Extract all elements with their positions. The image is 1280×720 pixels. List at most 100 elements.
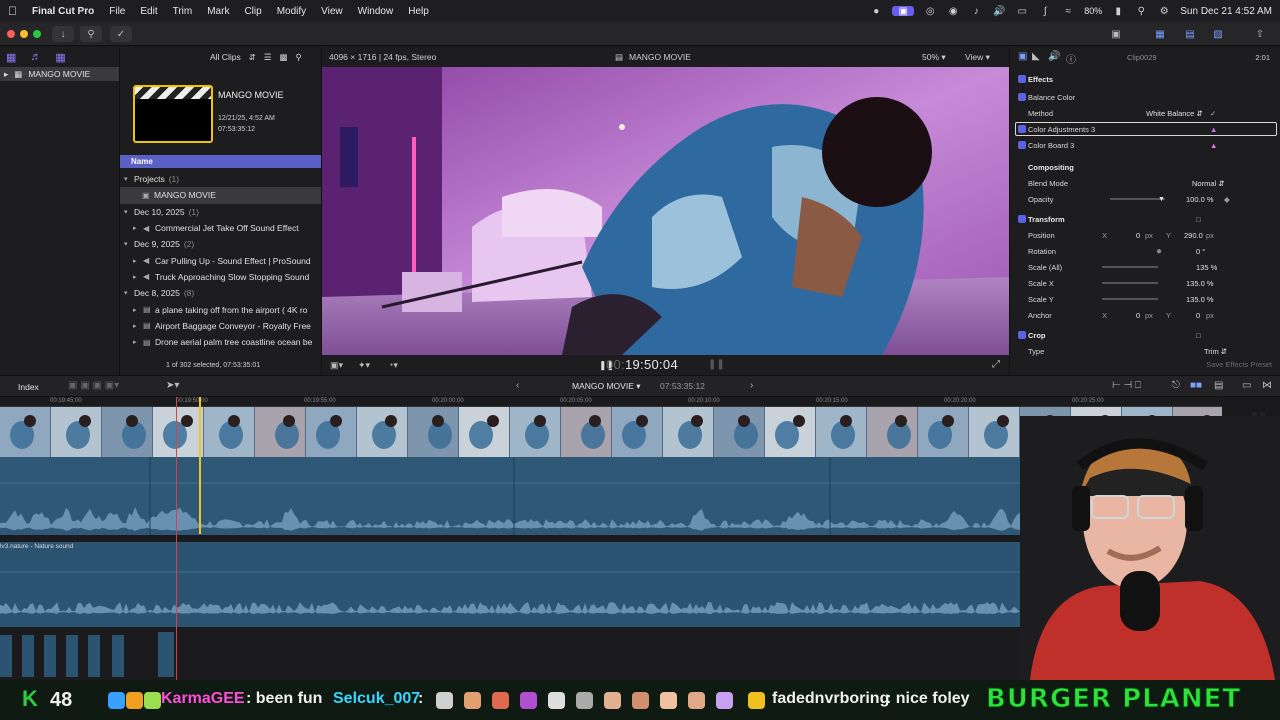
list-item[interactable]: ▸ ▤ Airport Baggage Conveyor - Royalty Fre… [120,318,321,334]
transform-section[interactable]: Transform □ [1010,211,1280,227]
list-item[interactable]: ▸ ▤ a plane taking off from the airport ( … [120,301,321,317]
color-correction-icon[interactable]: ▲ [1210,125,1217,134]
select-tool-icon[interactable]: ➤▾ [166,380,179,391]
timeline-ruler[interactable]: 00:19:45:00 00:19:50:00 00:19:55:00 00:2… [0,397,1222,407]
color-board-checkbox[interactable] [1018,141,1026,149]
menu-app[interactable]: Final Cut Pro [32,6,94,17]
project-thumbnail[interactable] [133,85,213,143]
display-icon[interactable]: ▭ [1015,6,1029,17]
creative-cloud-icon[interactable]: ● [869,6,883,17]
libraries-tab-icon[interactable]: ▦ [6,51,16,64]
transform-tool-icon[interactable]: ▣▾ [330,360,343,371]
transform-checkbox[interactable] [1018,215,1026,223]
menu-modify[interactable]: Modify [277,6,306,17]
snapping-icon[interactable]: ■■ [1190,380,1202,391]
position-x-value[interactable]: 0 [1136,231,1140,240]
sidebar-item-library[interactable]: ▸ ▦ MANGO MOVIE [0,67,119,81]
menu-file[interactable]: File [109,6,125,17]
crop-type-dropdown[interactable]: Trim ⇵ [1204,347,1227,356]
column-header-name[interactable]: Name [120,155,321,168]
background-tasks-icon[interactable]: ✓ [110,26,132,42]
audio-inspector-icon[interactable]: 🔊 [1048,51,1060,62]
list-item[interactable]: ▣ MANGO MOVIE [120,187,321,204]
effects-section[interactable]: Effects [1010,71,1280,87]
list-item[interactable]: ▸ ◀ Truck Approaching Slow Stopping Sound [120,269,321,285]
timeline-project-dropdown[interactable]: MANGO MOVIE ▾ [572,381,641,392]
chevron-updown-icon[interactable]: ⇵ [249,52,256,63]
disclosure-triangle-icon[interactable]: ▸ [4,69,8,80]
solo-icon[interactable]: ⎋ [1172,380,1180,391]
balance-color-checkbox[interactable] [1018,93,1026,101]
rotation-value[interactable]: 0 ° [1196,247,1205,256]
list-group[interactable]: ▾ Dec 9, 2025 (2) [120,236,321,252]
scale-all-value[interactable]: 135 % [1196,263,1217,272]
history-back-icon[interactable]: ‹ [516,380,519,391]
photos-audio-tab-icon[interactable]: ♬ [30,51,41,63]
menu-mark[interactable]: Mark [207,6,229,17]
opacity-slider[interactable] [1110,198,1165,200]
blend-mode-dropdown[interactable]: Normal ⇵ [1192,179,1225,188]
list-item[interactable]: ▸ ▤ Drone aerial palm tree coastline ocean… [120,334,321,350]
scale-all-slider[interactable] [1102,266,1158,268]
menu-help[interactable]: Help [408,6,429,17]
video-inspector-icon[interactable]: ▣ [1018,51,1027,62]
crop-section[interactable]: Crop □ [1010,327,1280,343]
music-icon[interactable]: ♪ [969,6,983,17]
effects-checkbox[interactable] [1018,75,1026,83]
clip-filter-dropdown[interactable]: All Clips [210,52,241,62]
rotation-dial-icon[interactable]: ● [1156,246,1162,257]
video-frame[interactable] [322,67,1009,355]
balance-color-row[interactable]: Balance Color [1010,89,1280,105]
scale-y-slider[interactable] [1102,298,1158,300]
list-item[interactable]: ▸ ◀ Car Pulling Up - Sound Effect | ProSou… [120,252,321,268]
position-y-value[interactable]: 290.0 [1184,231,1203,240]
transform-onscreen-icon[interactable]: □ [1196,215,1201,224]
list-group[interactable]: ▾ Dec 8, 2025 (8) [120,285,321,301]
share-icon[interactable]: ⇧ [1250,26,1270,42]
bluetooth-icon[interactable]: ∫ [1038,6,1052,17]
media-icon[interactable]: ◉ [946,6,960,17]
menu-trim[interactable]: Trim [173,6,193,17]
history-forward-icon[interactable]: › [750,380,753,391]
volume-icon[interactable]: 🔊 [992,6,1006,17]
timeline-index-button[interactable]: Index [18,382,39,392]
color-adjustments-row[interactable]: Color Adjustments 3 ▲ [1010,121,1280,137]
append-clip-icon[interactable]: ▣ ▣ ▣ ▣▾ [68,380,119,391]
disclosure-closed-icon[interactable]: ▸ [133,257,143,265]
eyedropper-icon[interactable]: ✓ [1210,109,1216,118]
transitions-browser-icon[interactable]: ⋈ [1262,380,1272,391]
globe-icon[interactable]: ◎ [923,6,937,17]
compositing-section[interactable]: Compositing [1010,159,1280,175]
disclosure-open-icon[interactable]: ▾ [124,289,134,297]
disclosure-open-icon[interactable]: ▾ [124,240,134,248]
fullscreen-icon[interactable]: ⤢ [992,359,1000,370]
menu-edit[interactable]: Edit [140,6,157,17]
crop-onscreen-icon[interactable]: □ [1196,331,1201,340]
audio-skimming-icon[interactable]: ⊢ ⊣ ⎕ [1112,380,1141,391]
opacity-slider-knob-icon[interactable]: ▼ [1158,196,1165,203]
clip-appearance-icon[interactable]: ▤ [1214,380,1223,391]
lower-audio-clips[interactable] [0,630,200,680]
scale-x-slider[interactable] [1102,282,1158,284]
disclosure-closed-icon[interactable]: ▸ [133,273,143,281]
menu-view[interactable]: View [321,6,343,17]
anchor-y-value[interactable]: 0 [1196,311,1200,320]
close-window-button[interactable] [7,30,15,38]
info-inspector-icon[interactable]: ⓘ [1066,51,1076,66]
keyframe-icon[interactable]: ◆ [1224,195,1230,204]
clip-appearance-icon[interactable]: ☰ [264,52,272,63]
disclosure-closed-icon[interactable]: ▸ [133,224,143,232]
disclosure-closed-icon[interactable]: ▸ [133,338,143,346]
menu-clock[interactable]: Sun Dec 21 4:52 AM [1180,6,1272,17]
scale-x-value[interactable]: 135.0 % [1186,279,1214,288]
show-inspector-icon[interactable]: ▧ [1208,26,1228,42]
opacity-value[interactable]: 100.0 % [1186,195,1214,204]
enhancements-icon[interactable]: ✦▾ [358,360,370,371]
control-center-icon[interactable]: ⚙ [1157,6,1171,17]
save-effects-preset-button[interactable]: Save Effects Preset [1206,360,1272,369]
disclosure-open-icon[interactable]: ▾ [124,208,134,216]
show-browser-icon[interactable]: ▦ [1150,26,1170,42]
import-icon[interactable]: ↓ [52,26,74,42]
menu-clip[interactable]: Clip [244,6,261,17]
list-view-icon[interactable]: ▩ [279,52,287,63]
